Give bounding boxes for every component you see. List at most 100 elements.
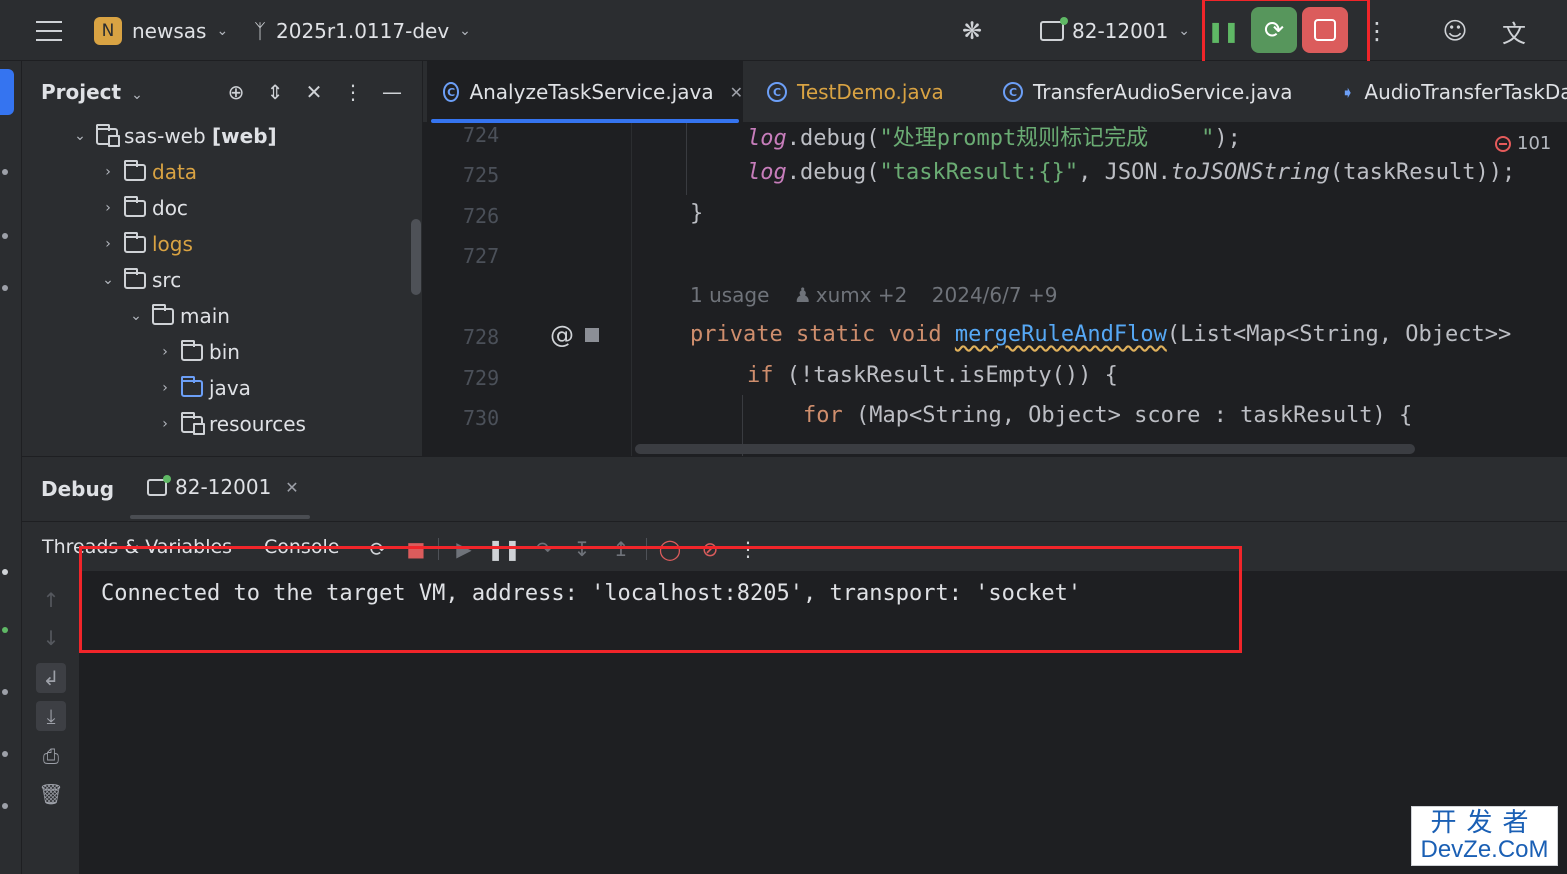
branch-switcher[interactable]: ᛉ 2025r1.0117-dev ⌄ (254, 0, 471, 61)
debug-session-label: 82-12001 (175, 475, 272, 499)
code-token: , JSON. (1078, 160, 1171, 185)
code-token: ); (1214, 126, 1241, 151)
author-hint[interactable]: ♟ xumx +2 (794, 283, 908, 307)
chevron-right-icon: › (162, 380, 168, 396)
bookmark-icon[interactable] (585, 328, 599, 342)
code-vision-hints[interactable]: 1 usage ♟ xumx +2 2024/6/7 +9 (690, 283, 1075, 307)
project-panel-scrollbar[interactable] (411, 219, 421, 295)
problems-indicator[interactable]: 101 (1495, 133, 1551, 154)
add-user-icon[interactable]: ☺ (1438, 14, 1472, 48)
project-panel-title: Project (41, 80, 122, 104)
chevron-down-icon: ⌄ (130, 308, 142, 324)
translate-icon[interactable]: 文 (1497, 14, 1531, 48)
code-token: toJSONString (1170, 160, 1330, 185)
tool-strip-dot (2, 169, 8, 175)
code-line-729[interactable]: if (!taskResult.isEmpty()) { (747, 363, 1118, 388)
usages-hint[interactable]: 1 usage (690, 283, 769, 307)
tab-transfer-audio-service[interactable]: C TransferAudioService.java (989, 61, 1315, 123)
code-line-724[interactable]: log.debug("处理prompt规则标记完成 "); (747, 120, 1241, 152)
code-line-728[interactable]: private static void mergeRuleAndFlow(Lis… (690, 322, 1511, 347)
tab-audio-transfer-task-da[interactable]: ➧ AudioTransferTaskDa (1335, 61, 1567, 123)
code-token: for (803, 403, 843, 428)
code-line-725[interactable]: log.debug("taskResult:{}", JSON.toJSONSt… (747, 160, 1515, 185)
session-tab-underline (130, 515, 310, 519)
tab-test-demo[interactable]: C TestDemo.java (753, 61, 979, 123)
tree-item-bin[interactable]: › bin (155, 334, 240, 370)
java-class-icon: C (443, 82, 460, 102)
project-panel: Project ⌄ ⊕ ⇕ ✕ ⋮ — ⌄ sas-web [web] › dat… (22, 61, 423, 456)
close-session-icon[interactable]: ✕ (285, 478, 298, 497)
tree-item-doc[interactable]: › doc (98, 190, 188, 226)
tab-label: TransferAudioService.java (1033, 80, 1293, 104)
editor-gutter (423, 123, 633, 456)
tab-analyze-task-service[interactable]: C AnalyzeTaskService.java ✕ (427, 61, 743, 123)
chevron-down-icon: ⌄ (216, 22, 229, 39)
chevron-right-icon: › (162, 344, 168, 360)
problems-count: 101 (1517, 133, 1552, 154)
annotation-at-icon[interactable]: @ (550, 321, 574, 349)
tool-strip-dot (2, 285, 8, 291)
run-config-icon (147, 474, 171, 496)
tab-label: AnalyzeTaskService.java (469, 80, 714, 104)
editor-tab-bar: C AnalyzeTaskService.java ✕ C TestDemo.j… (423, 61, 1567, 123)
tree-item-label: bin (209, 340, 240, 364)
tree-item-resources[interactable]: › resources (155, 406, 306, 442)
hide-panel-icon[interactable]: — (379, 79, 405, 105)
highlight-box-console (79, 546, 1242, 653)
tree-item-label: doc (152, 196, 188, 220)
code-token: log (747, 160, 787, 185)
arrow-down-icon[interactable]: ↓ (36, 623, 66, 653)
tree-item-main[interactable]: ⌄ main (126, 298, 230, 334)
arrow-up-icon[interactable]: ↑ (36, 585, 66, 615)
project-tool-button[interactable] (0, 69, 14, 115)
tool-strip-dot (2, 751, 8, 757)
line-number: 729 (463, 366, 500, 390)
tree-item-logs[interactable]: › logs (98, 226, 193, 262)
resources-folder-icon (181, 411, 205, 435)
watermark-logo: 开发者 DevZe.CoM (1411, 806, 1558, 866)
branch-name: 2025r1.0117-dev (276, 18, 450, 43)
main-menu-button[interactable] (36, 0, 64, 61)
code-line-726[interactable]: } (690, 201, 703, 226)
tree-item-sas-web[interactable]: ⌄ sas-web [web] (70, 118, 277, 154)
tree-item-java[interactable]: › java (155, 370, 251, 406)
tree-item-data[interactable]: › data (98, 154, 197, 190)
code-token: private static void (690, 322, 955, 347)
project-switcher[interactable]: N newsas ⌄ (94, 0, 228, 61)
locate-icon[interactable]: ⊕ (223, 79, 249, 105)
mapper-icon: ➧ (1341, 82, 1355, 102)
folder-icon (124, 231, 146, 253)
watermark-line1: 开发者 (1430, 808, 1539, 838)
debug-tool-button[interactable] (2, 627, 8, 633)
soft-wrap-icon[interactable]: ↲ (36, 663, 66, 693)
expand-all-icon[interactable]: ⇕ (262, 79, 288, 105)
tree-item-label: resources (209, 412, 306, 436)
code-token: .debug( (786, 160, 880, 185)
editor-horizontal-scrollbar[interactable] (635, 444, 1415, 454)
left-tool-strip (0, 61, 22, 874)
chevron-right-icon: › (105, 164, 111, 180)
options-icon[interactable]: ⋮ (340, 79, 366, 105)
print-icon[interactable]: ⎙ (36, 741, 66, 771)
code-token: "处理prompt规则标记完成 " (879, 126, 1215, 151)
tree-item-label: java (209, 376, 251, 400)
code-token: (Map<String, Object> score : taskResult)… (842, 403, 1413, 428)
hamburger-icon (36, 20, 62, 41)
run-config-selector[interactable]: 82-12001 ⌄ (1040, 0, 1190, 61)
close-tab-icon[interactable]: ✕ (730, 83, 743, 102)
run-config-icon (1040, 16, 1068, 41)
indent-guide (686, 123, 687, 195)
tool-strip-dot (2, 803, 8, 809)
trash-icon[interactable]: 🗑 (36, 779, 66, 809)
code-token: (taskResult)); (1329, 160, 1516, 185)
code-line-730[interactable]: for (Map<String, Object> score : taskRes… (803, 403, 1412, 428)
debug-session-tab[interactable]: 82-12001 ✕ (147, 474, 299, 499)
code-token: mergeRuleAndFlow (954, 322, 1167, 347)
project-view-selector[interactable]: Project ⌄ (41, 80, 143, 104)
tree-item-suffix: [web] (212, 124, 277, 148)
tree-item-src[interactable]: ⌄ src (98, 262, 181, 298)
debug-bug-icon[interactable]: ❋ (955, 14, 989, 48)
scroll-to-end-icon[interactable]: ⤓ (36, 701, 66, 731)
collapse-all-icon[interactable]: ✕ (301, 79, 327, 105)
tree-item-label: main (180, 304, 230, 328)
